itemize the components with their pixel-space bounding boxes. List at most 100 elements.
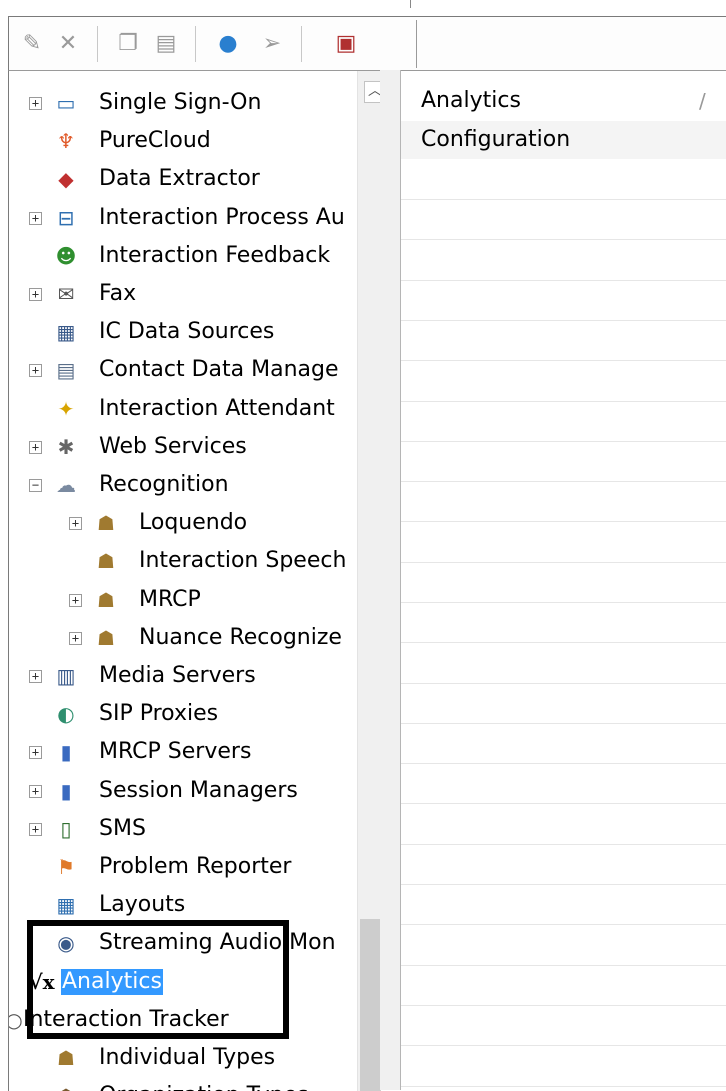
list-header[interactable]: Analytics / [401,83,726,119]
scroll-up-icon[interactable]: ︿ [364,81,381,103]
report-icon[interactable]: ▣ [331,28,361,58]
grid-line [401,239,726,240]
tree-item-label: Layouts [99,892,186,917]
tree-item-sms[interactable]: + ▯ SMS [9,811,369,847]
tree-item-label: Interaction Feedback [99,243,331,268]
tree-item-label: Fax [99,281,137,306]
delete-icon[interactable]: ✕ [53,28,83,58]
expand-icon[interactable]: + [29,823,42,836]
tree-item-fax[interactable]: + ✉ Fax [9,276,369,312]
tree-item-label: MRCP Servers [99,739,252,764]
tree-item-label: Individual Types [99,1045,276,1070]
grid-line [401,763,726,764]
fax-icon: ✉ [57,282,75,306]
purecloud-icon: ♆ [57,129,75,153]
detail-list: Analytics / Configuration [401,70,726,1091]
toolbar-icon-group: ✎ ✕ ❐ ▤ ● ➢ ▣ [11,20,417,68]
tree-item-loquendo[interactable]: + ☗ Loquendo [9,505,369,541]
data-sources-icon: ▦ [56,320,76,344]
phone-icon: ▯ [60,817,72,841]
flag-icon[interactable]: ➢ [257,28,287,58]
problem-reporter-icon: ⚑ [57,855,75,879]
tree-item-mrcp-servers[interactable]: + ▮ MRCP Servers [9,734,369,770]
tree-item-session-managers[interactable]: + ▮ Session Managers [9,773,369,809]
tree-item-label: Media Servers [99,663,256,688]
tree-item-label: Nuance Recognize [139,625,342,650]
tree-item-label: IC Data Sources [99,319,275,344]
tree-item-recognition[interactable]: − ☁ Recognition [9,467,369,503]
data-extractor-icon: ◆ [58,167,74,191]
tree-item-label: Data Extractor [99,166,260,191]
tree-item-purecloud[interactable]: ♆ PureCloud [9,123,369,159]
tree-item-label: SIP Proxies [99,701,219,726]
tree-item-layouts[interactable]: ▦ Layouts [9,887,369,923]
tree-item-label: MRCP [139,587,201,612]
tree-item-nuance-recognize[interactable]: + ☗ Nuance Recognize [9,620,369,656]
grid-line [401,1005,726,1006]
collapse-icon[interactable]: − [29,479,42,492]
tree-item-sip-proxies[interactable]: ◐ SIP Proxies [9,696,369,732]
expand-icon[interactable]: + [29,97,42,110]
tree-item-media-servers[interactable]: + ▥ Media Servers [9,658,369,694]
grid-line [401,481,726,482]
expand-icon[interactable]: + [29,746,42,759]
expand-icon[interactable]: + [29,785,42,798]
expand-icon[interactable]: + [29,212,42,225]
grid-line [401,723,726,724]
tree-item-data-extractor[interactable]: ◆ Data Extractor [9,161,369,197]
window-top-edge [0,0,726,16]
tree-item-problem-reporter[interactable]: ⚑ Problem Reporter [9,849,369,885]
edit-icon[interactable]: ✎ [17,28,47,58]
tree-item-web-services[interactable]: + ✱ Web Services [9,429,369,465]
tree-item-individual-types[interactable]: ☗ Individual Types [9,1040,369,1076]
tree-item-ic-data-sources[interactable]: ▦ IC Data Sources [9,314,369,350]
grid-line [401,1045,726,1046]
tree-item-label: Recognition [99,472,229,497]
tree-item-mrcp[interactable]: + ☗ MRCP [9,582,369,618]
tree-item-interaction-process-au[interactable]: + ⊟ Interaction Process Au [9,200,369,236]
expand-icon[interactable]: + [29,670,42,683]
tree-item-label: Interaction Process Au [99,205,345,230]
grid-line [401,602,726,603]
tree-item-label: PureCloud [99,128,211,153]
tree-item-single-sign-on[interactable]: + ▭ Single Sign-On [9,85,369,121]
copy-icon[interactable]: ❐ [113,28,143,58]
tree-item-organization-types[interactable]: ☗Organization Types [9,1078,369,1091]
highlight-box [27,920,289,1039]
grid-line [401,401,726,402]
scroll-thumb[interactable] [360,919,381,1091]
expand-icon[interactable]: + [29,288,42,301]
grid-line [401,683,726,684]
expand-icon[interactable]: + [29,441,42,454]
expand-icon[interactable]: + [29,364,42,377]
server-icon: ▮ [60,779,72,803]
column-tick [410,0,411,8]
sip-proxy-icon: ◐ [57,702,75,726]
tree-item-interaction-speech[interactable]: ☗ Interaction Speech [9,543,369,579]
process-flow-icon: ⊟ [57,206,75,230]
toolbar-separator [195,26,196,62]
column-divider[interactable]: / [699,83,706,119]
grid-line [401,803,726,804]
pane-splitter[interactable] [380,70,401,1090]
paste-icon[interactable]: ▤ [151,28,181,58]
grid-line [401,924,726,925]
expand-icon[interactable]: + [69,632,82,645]
grid-line [401,642,726,643]
expand-icon[interactable]: + [69,517,82,530]
grid-line [401,199,726,200]
tree-item-interaction-attendant[interactable]: ✦ Interaction Attendant [9,391,369,427]
server-icon: ▮ [60,740,72,764]
grid-line [401,844,726,845]
attendant-icon: ✦ [57,397,75,421]
tree-item-label: Contact Data Manage [99,357,339,382]
tree-scrollbar[interactable]: ︿ [357,71,381,1091]
media-server-icon: ▥ [56,664,76,688]
expand-icon[interactable]: + [69,594,82,607]
tree-item-label: Single Sign-On [99,90,262,115]
globe-icon[interactable]: ● [213,28,243,58]
grid-line [401,360,726,361]
tree-item-interaction-feedback[interactable]: ☻ Interaction Feedback [9,238,369,274]
tree-item-contact-data-manage[interactable]: + ▤ Contact Data Manage [9,352,369,388]
list-row-configuration[interactable]: Configuration [401,121,726,159]
